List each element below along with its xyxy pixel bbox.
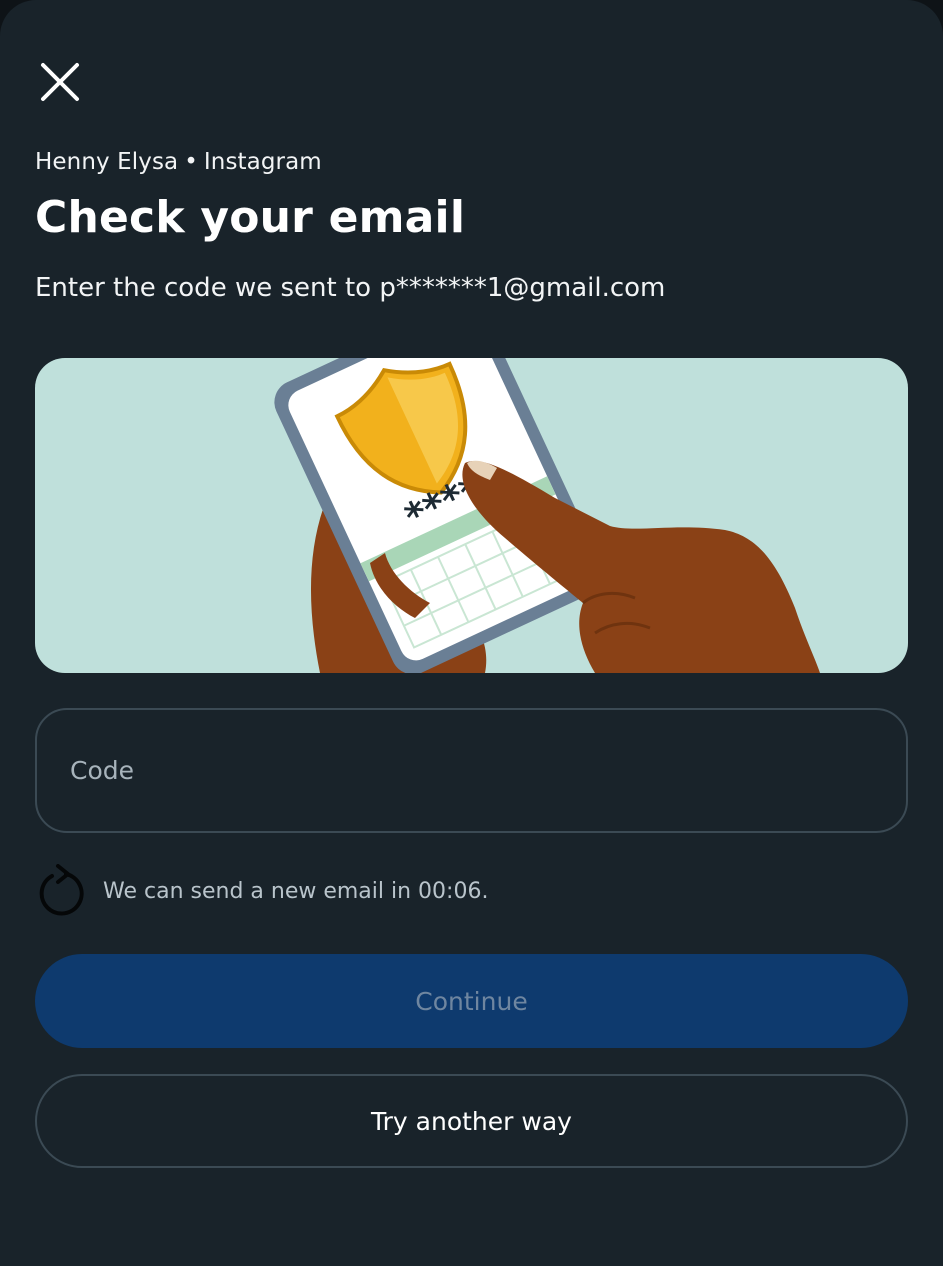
account-line: Henny Elysa • Instagram bbox=[35, 149, 322, 175]
separator-dot: • bbox=[184, 149, 198, 175]
verification-sheet: Henny Elysa • Instagram Check your email E… bbox=[0, 0, 943, 1266]
refresh-icon bbox=[35, 862, 87, 920]
close-button[interactable] bbox=[30, 56, 90, 108]
page-subtitle: Enter the code we sent to p*******1@gmai… bbox=[35, 273, 666, 303]
continue-button[interactable]: Continue bbox=[35, 954, 908, 1048]
account-name: Henny Elysa bbox=[35, 149, 179, 175]
code-input[interactable] bbox=[70, 756, 873, 785]
page-title: Check your email bbox=[35, 192, 466, 243]
code-field[interactable] bbox=[35, 708, 908, 833]
resend-row: We can send a new email in 00:06. bbox=[35, 862, 488, 920]
try-another-way-button[interactable]: Try another way bbox=[35, 1074, 908, 1168]
resend-countdown-text: We can send a new email in 00:06. bbox=[103, 878, 489, 904]
close-icon bbox=[41, 63, 79, 101]
app-name: Instagram bbox=[203, 149, 322, 175]
verification-illustration: **** bbox=[35, 358, 908, 673]
